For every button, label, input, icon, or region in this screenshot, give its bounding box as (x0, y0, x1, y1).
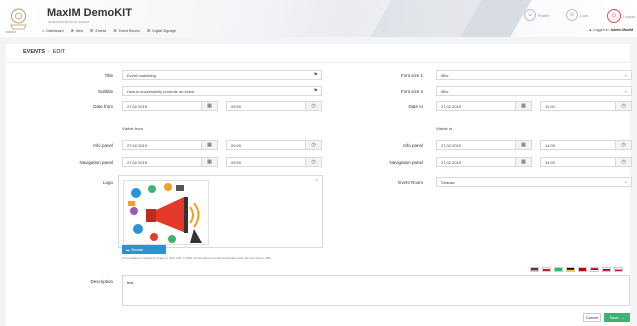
lock-button[interactable]: ⊙ Lock (566, 9, 588, 21)
de-flag-icon[interactable] (566, 267, 575, 272)
logo-preview-image (123, 180, 209, 245)
info-panel-to-time-input[interactable]: 14:00 (540, 140, 616, 150)
time-to-input[interactable]: 11:00 (540, 101, 616, 111)
list-icon: ☰ (146, 28, 151, 33)
date-from-input[interactable]: 27.02.2019 (122, 101, 202, 111)
remove-logo-icon[interactable]: × (315, 178, 318, 184)
brand-subtitle: ADMINISTRATION PANEL (48, 20, 90, 24)
ru-flag-icon[interactable] (602, 267, 611, 272)
breadcrumb: EVENTS › EDIT (23, 49, 65, 55)
folder-icon: ▬ (126, 247, 130, 252)
visible-to-label: Visible to (436, 126, 453, 131)
event-room-label: Event Room (398, 180, 423, 185)
arrow-right-icon: → (620, 315, 625, 320)
nav-item-events[interactable]: ☰ Events (90, 28, 106, 33)
date-to-input[interactable]: 27.02.2019 (436, 101, 516, 111)
flag-icon[interactable]: ⚑ (314, 88, 318, 94)
cancel-button[interactable]: Cancel (583, 313, 601, 322)
profile-button[interactable]: ☺ Profile (524, 9, 549, 21)
language-flags (530, 267, 623, 272)
info-panel-to-label: Info panel (403, 143, 423, 148)
calendar-icon[interactable]: ▦ (516, 140, 532, 150)
power-icon: ⏻ (607, 9, 621, 23)
logo-text: MAXIM (6, 30, 16, 34)
breadcrumb-events[interactable]: EVENTS (23, 49, 45, 55)
visible-from-label: Visible from (122, 126, 143, 131)
subtitle-input[interactable]: How to successfully promote an event ⚑ (122, 86, 322, 96)
nav-panel-to-date-input[interactable]: 27.02.2019 (436, 157, 516, 167)
logo-label: Logo (102, 180, 113, 185)
clock-icon[interactable]: ◷ (616, 101, 632, 111)
description-textarea[interactable]: test (122, 275, 630, 306)
us-flag-icon[interactable] (530, 267, 539, 272)
chevron-down-icon: ⌄ (623, 179, 628, 185)
nav-item-digital-signage[interactable]: ☰ Digital Signage (147, 28, 176, 33)
logo-icon[interactable] (8, 7, 29, 31)
pl-flag-icon[interactable] (614, 267, 623, 272)
list-icon: ☰ (113, 28, 117, 33)
list-icon: ☰ (89, 28, 94, 33)
clock-icon[interactable]: ◷ (616, 140, 632, 150)
logo-dropzone[interactable]: × (118, 175, 323, 248)
nav-item-dashboard[interactable]: ⌂ Dashboard (42, 28, 64, 33)
logged-in-user: Admin MaxIM (610, 28, 633, 32)
breadcrumb-bar: EVENTS › EDIT (6, 44, 630, 62)
calendar-icon[interactable]: ▦ (516, 101, 532, 111)
save-button[interactable]: Save → (604, 313, 630, 322)
title-input[interactable]: Event marketing ⚑ (122, 70, 322, 80)
rs-flag-icon[interactable] (590, 267, 599, 272)
font-size-1-select[interactable]: Mini ⌄ (436, 70, 632, 80)
chevron-down-icon: ⌄ (623, 88, 628, 94)
logout-button[interactable]: ⏻ Logout (607, 9, 635, 23)
clock-icon[interactable]: ◷ (306, 101, 322, 111)
upload-hint: It is possible to upload an image in JPG… (122, 256, 272, 260)
app-header: MAXIM MaxIM DemoKIT ADMINISTRATION PANEL… (0, 0, 637, 37)
info-panel-to-date-input[interactable]: 27.02.2019 (436, 140, 516, 150)
user-icon: ☺ (524, 9, 536, 21)
logged-in-info: ▲ Logged in: Admin MaxIM (588, 28, 633, 32)
date-from-label: Date from (93, 104, 113, 109)
brand-title: MaxIM DemoKIT (47, 7, 132, 19)
nav-panel-from-date-input[interactable]: 27.02.2019 (122, 157, 202, 167)
nav-panel-from-time-input[interactable]: 09:00 (226, 157, 306, 167)
user-small-icon: ▲ (588, 28, 593, 32)
nav-panel-to-time-input[interactable]: 14:00 (540, 157, 616, 167)
clock-icon[interactable]: ◷ (616, 157, 632, 167)
description-label: Description (90, 279, 113, 284)
navigation-panel-label: Navigation panel (79, 160, 113, 165)
clock-icon[interactable]: ◷ (306, 140, 322, 150)
title-label: Title (104, 73, 113, 78)
event-room-select[interactable]: Strauss ⌄ (436, 177, 632, 187)
calendar-icon[interactable]: ▦ (516, 157, 532, 167)
navigation-panel-to-label: Navigation panel (389, 160, 423, 165)
clock-icon[interactable]: ◷ (306, 157, 322, 167)
font-size-1-label: Font size 1 (400, 73, 423, 78)
info-panel-from-date-input[interactable]: 27.02.2019 (122, 140, 202, 150)
nav-item-event-rooms[interactable]: ☰ Event Rooms (113, 28, 140, 33)
info-panel-from-time-input[interactable]: 09:00 (226, 140, 306, 150)
calendar-icon[interactable]: ▦ (202, 101, 218, 111)
chevron-down-icon: ⌄ (623, 72, 628, 78)
date-to-label: Date to (408, 104, 423, 109)
dashboard-icon: ⌂ (42, 28, 45, 33)
main-nav: ⌂ Dashboard ⊕ New ☰ Events ☰ Event Rooms ☰ Di… (42, 28, 176, 33)
font-size-2-select[interactable]: Mini ⌄ (436, 86, 632, 96)
info-panel-label: Info panel (93, 143, 113, 148)
calendar-icon[interactable]: ▦ (202, 157, 218, 167)
nav-item-new[interactable]: ⊕ New (71, 28, 83, 33)
lock-icon: ⊙ (566, 9, 578, 21)
subtitle-label: Subtitle (97, 89, 113, 94)
red-flag-icon[interactable] (578, 267, 587, 272)
plus-icon: ⊕ (70, 28, 74, 33)
si-flag-icon[interactable] (542, 267, 551, 272)
font-size-2-label: Font size 2 (400, 89, 423, 94)
flag-icon[interactable]: ⚑ (314, 72, 318, 78)
browse-button[interactable]: ▬ Browse (122, 245, 166, 254)
chevron-right-icon: › (48, 49, 50, 55)
time-from-input[interactable]: 09:00 (226, 101, 306, 111)
calendar-icon[interactable]: ▦ (202, 140, 218, 150)
green-flag-icon[interactable] (554, 267, 563, 272)
breadcrumb-edit: EDIT (52, 49, 66, 55)
